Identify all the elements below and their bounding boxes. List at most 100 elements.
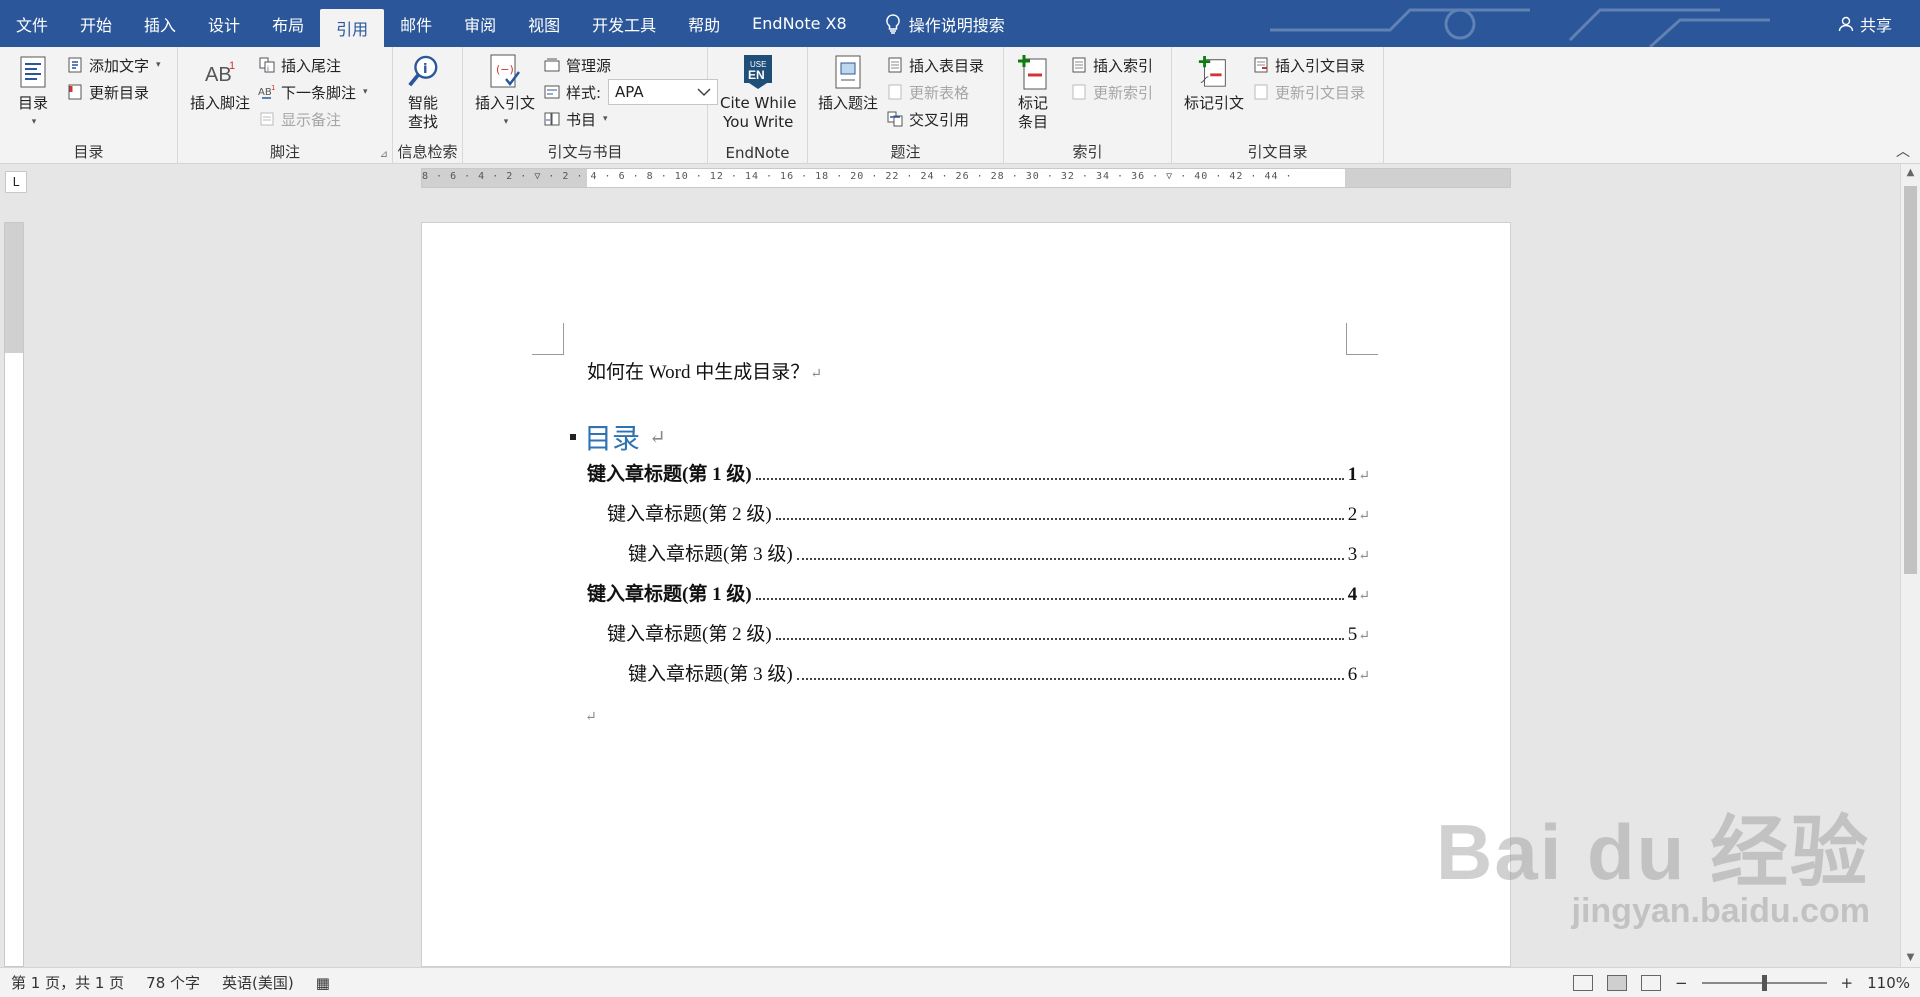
cross-reference-button[interactable]: 交叉引用 <box>886 106 969 132</box>
tab-mailings[interactable]: 邮件 <box>384 0 448 47</box>
toc-entry[interactable]: 键入章标题(第 2 级) 2 ↵ <box>607 499 1370 526</box>
tab-endnote[interactable]: EndNote X8 <box>736 0 863 47</box>
endnote-icon: i <box>259 57 275 73</box>
tab-layout[interactable]: 布局 <box>256 0 320 47</box>
search-label: 操作说明搜索 <box>908 15 1005 35</box>
zoom-out-button[interactable]: − <box>1675 974 1688 992</box>
document-page[interactable]: 如何在 Word 中生成目录？↵ 目录 ↵ 键入章标题(第 1 级) 1 ↵ 键入章标… <box>421 222 1511 967</box>
toc-entry[interactable]: 键入章标题(第 2 级) 5 ↵ <box>607 619 1370 646</box>
manage-sources-button[interactable]: 管理源 <box>543 52 611 78</box>
macro-icon[interactable]: ▦ <box>305 974 341 992</box>
tab-review[interactable]: 审阅 <box>448 0 512 47</box>
status-bar: 第 1 页，共 1 页 78 个字 英语(美国) ▦ − + 110% <box>0 967 1920 997</box>
smart-lookup-button[interactable]: i 智能 查找 <box>406 53 440 132</box>
vertical-scrollbar[interactable]: ▲ ▼ <box>1900 164 1920 967</box>
lightbulb-icon <box>885 13 900 34</box>
crop-mark-top-left <box>532 323 564 355</box>
svg-text:AB: AB <box>205 64 232 86</box>
toc-entry[interactable]: 键入章标题(第 1 级) 4 ↵ <box>587 579 1370 606</box>
cite-while-you-write-button[interactable]: USE EN Cite While You Write <box>720 53 796 132</box>
add-text-button[interactable]: 添加文字 ▾ <box>66 52 161 78</box>
document-title: 如何在 Word 中生成目录？↵ <box>587 362 822 383</box>
zoom-level[interactable]: 110% <box>1867 974 1910 992</box>
group-label-endnote: EndNote <box>725 144 790 162</box>
insert-table-of-figures-button[interactable]: 插入表目录 <box>886 52 984 78</box>
bibliography-button[interactable]: 书目 ▾ <box>543 106 608 132</box>
mark-entry-icon <box>1018 55 1047 90</box>
zoom-slider-knob[interactable] <box>1761 975 1767 991</box>
zoom-slider[interactable] <box>1701 975 1827 991</box>
scroll-up-icon[interactable]: ▲ <box>1901 164 1920 182</box>
tab-design[interactable]: 设计 <box>192 0 256 47</box>
language-indicator[interactable]: 英语(美国) <box>211 972 305 993</box>
update-index-button[interactable]: 更新索引 <box>1070 79 1153 105</box>
vertical-ruler[interactable] <box>4 222 24 967</box>
print-layout-icon[interactable] <box>1606 975 1627 991</box>
insert-toa-button[interactable]: 插入引文目录 <box>1252 52 1365 78</box>
group-research: i 智能 查找 信息检索 <box>393 47 463 164</box>
tab-developer[interactable]: 开发工具 <box>576 0 672 47</box>
mark-entry-button[interactable]: 标记 条目 <box>1016 53 1050 132</box>
scroll-thumb[interactable] <box>1904 186 1917 574</box>
next-footnote-button[interactable]: AB 1 下一条脚注 ▾ <box>258 79 368 105</box>
watermark-brand: Bai du 经验 <box>1435 808 1870 896</box>
update-index-icon <box>1072 84 1086 100</box>
insert-index-icon <box>1072 57 1086 73</box>
insert-endnote-button[interactable]: i 插入尾注 <box>258 52 341 78</box>
ribbon: 目录 ▾ 添加文字 ▾ 更新目录 目录 AB 1 插入脚注 i 插入尾注 AB 1 下… <box>0 47 1920 164</box>
dialog-launcher-icon[interactable]: ⊿ <box>380 149 388 160</box>
read-mode-icon[interactable] <box>1572 975 1593 991</box>
tab-selector[interactable]: L <box>5 171 27 193</box>
update-toc-button[interactable]: 更新目录 <box>66 79 149 105</box>
tab-view[interactable]: 视图 <box>512 0 576 47</box>
style-label: 样式: <box>543 79 601 105</box>
update-table-button[interactable]: 更新表格 <box>886 79 969 105</box>
share-button[interactable]: 共享 <box>1838 0 1892 47</box>
update-toa-button[interactable]: 更新引文目录 <box>1252 79 1365 105</box>
svg-text:AB: AB <box>258 87 272 98</box>
bibliography-icon <box>544 112 560 126</box>
tab-help[interactable]: 帮助 <box>672 0 736 47</box>
insert-index-button[interactable]: 插入索引 <box>1070 52 1153 78</box>
ruler-margin-top <box>5 223 23 353</box>
tab-insert[interactable]: 插入 <box>128 0 192 47</box>
insert-citation-button[interactable]: (−) 插入引文 ▾ <box>475 53 535 132</box>
style-icon <box>544 85 560 99</box>
toc-button[interactable]: 目录 ▾ <box>16 53 50 132</box>
toc-entry[interactable]: 键入章标题(第 3 级) 6 ↵ <box>628 659 1370 686</box>
page-count[interactable]: 第 1 页，共 1 页 <box>0 972 135 993</box>
group-label-footnotes: 脚注 <box>269 143 300 161</box>
word-count[interactable]: 78 个字 <box>135 972 211 993</box>
group-citations: (−) 插入引文 ▾ 管理源 样式: APA 书目 ▾ 引文与书目 <box>463 47 718 164</box>
group-endnote: USE EN Cite While You Write EndNote <box>708 47 808 164</box>
style-select[interactable]: APA <box>608 79 718 105</box>
mark-citation-button[interactable]: 标记引文 <box>1184 53 1244 113</box>
tab-references[interactable]: 引用 <box>320 9 385 47</box>
baidu-watermark: Bai du 经验 jingyan.baidu.com <box>1436 790 1870 931</box>
web-layout-icon[interactable] <box>1640 975 1661 991</box>
show-notes-button[interactable]: 显示备注 <box>258 106 341 132</box>
horizontal-ruler[interactable]: 8 · 6 · 4 · 2 · ▽ · 2 · 4 · 6 · 8 · 10 ·… <box>421 168 1511 188</box>
tell-me-search[interactable]: 操作说明搜索 <box>863 12 1005 36</box>
insert-footnote-button[interactable]: AB 1 插入脚注 <box>190 53 250 113</box>
svg-text:1: 1 <box>229 60 235 72</box>
insert-citation-icon: (−) <box>490 54 520 88</box>
update-icon <box>68 84 82 100</box>
tab-file[interactable]: 文件 <box>0 0 64 47</box>
svg-text:i: i <box>267 65 269 73</box>
manage-sources-icon <box>544 58 560 72</box>
zoom-in-button[interactable]: + <box>1841 974 1854 992</box>
svg-text:(−): (−) <box>496 63 514 76</box>
toc-entry[interactable]: 键入章标题(第 1 级) 1 ↵ <box>587 459 1370 486</box>
toc-entry[interactable]: 键入章标题(第 3 级) 3 ↵ <box>628 539 1370 566</box>
group-label-citations: 引文与书目 <box>547 143 623 161</box>
collapse-ribbon-icon[interactable]: ︿ <box>1896 141 1910 161</box>
insert-toa-icon <box>1254 57 1268 73</box>
crop-mark-top-right <box>1346 323 1378 355</box>
tab-home[interactable]: 开始 <box>64 0 128 47</box>
insert-caption-button[interactable]: 插入题注 <box>818 53 878 113</box>
table-of-figures-icon <box>888 57 902 73</box>
ruler-margin-right <box>1345 169 1510 187</box>
scroll-down-icon[interactable]: ▼ <box>1901 949 1920 967</box>
paragraph-mark: ↵ <box>585 710 597 725</box>
